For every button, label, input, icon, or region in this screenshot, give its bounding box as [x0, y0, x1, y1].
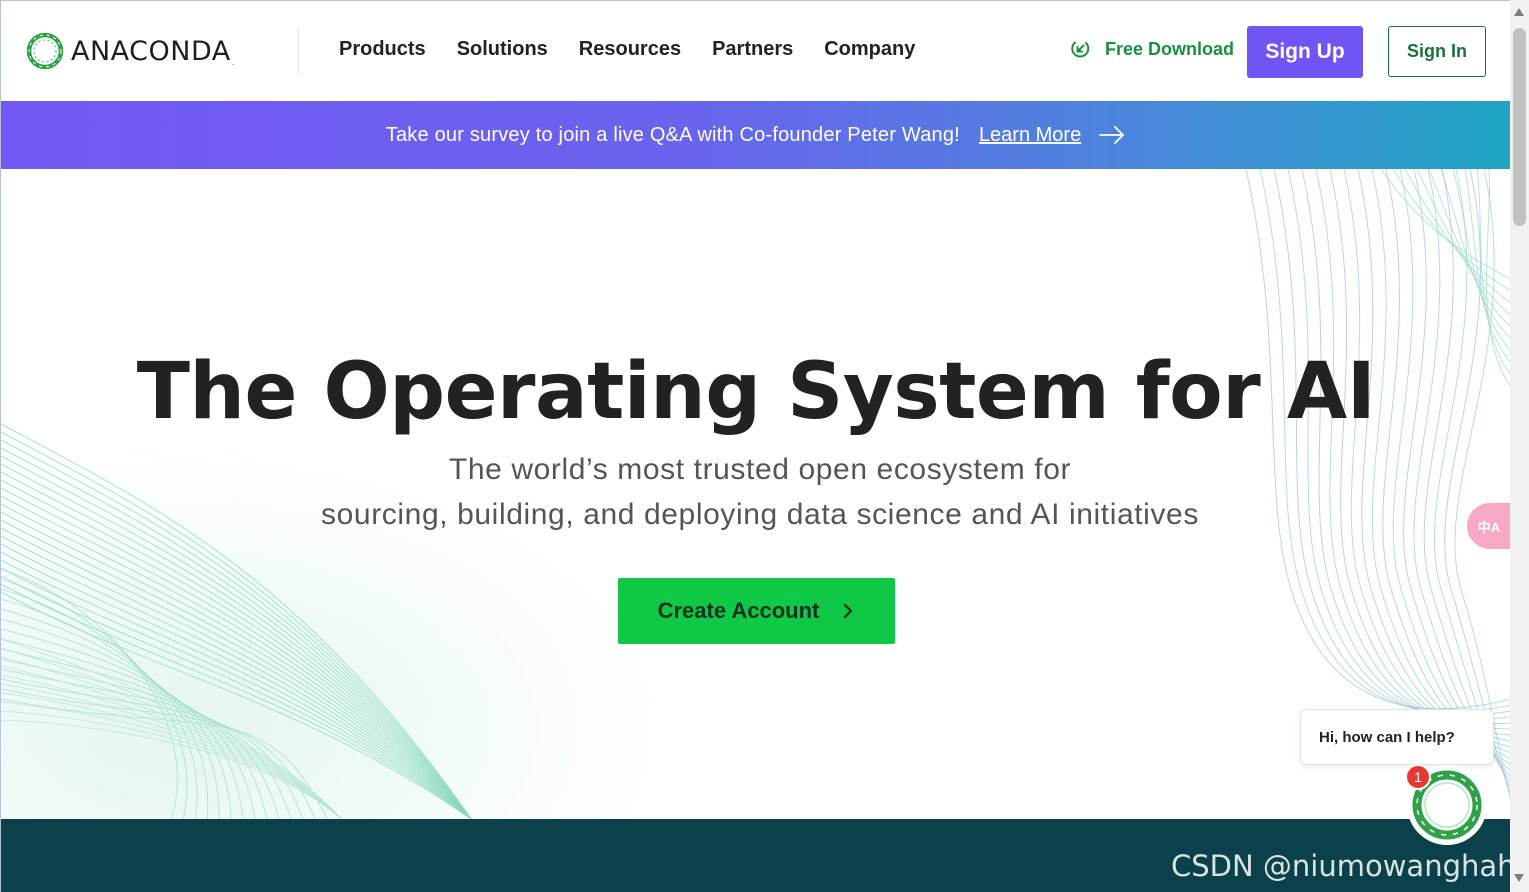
survey-banner: Take our survey to join a live Q&A with … — [1, 101, 1510, 169]
nav-products[interactable]: Products — [339, 38, 426, 61]
free-download-link[interactable]: Free Download — [1069, 38, 1234, 60]
scroll-up-arrow-icon[interactable] — [1514, 8, 1524, 16]
logo-text: ANACONDA. — [71, 35, 235, 67]
sign-up-button[interactable]: Sign Up — [1247, 26, 1363, 78]
watermark-text: CSDN @niumowanghahaha — [1171, 849, 1510, 883]
create-account-label: Create Account — [657, 598, 820, 623]
nav-company[interactable]: Company — [824, 38, 915, 61]
free-download-label: Free Download — [1105, 38, 1235, 59]
scroll-down-arrow-icon[interactable] — [1514, 874, 1524, 882]
chat-notification-badge: 1 — [1405, 764, 1431, 790]
download-icon — [1071, 41, 1090, 58]
nav-partners[interactable]: Partners — [712, 38, 793, 61]
hero-section: The Operating System for AI The world’s … — [1, 169, 1510, 819]
hero-subtitle: The world’s most trusted open ecosystem … — [1, 447, 1510, 537]
learn-more-link[interactable]: Learn More — [979, 124, 1081, 147]
arrow-right-icon[interactable] — [1098, 125, 1126, 145]
site-header: ANACONDA. Products Solutions Resources P… — [1, 1, 1510, 101]
sign-in-button[interactable]: Sign In — [1388, 26, 1486, 77]
nav-solutions[interactable]: Solutions — [457, 38, 548, 61]
banner-text: Take our survey to join a live Q&A with … — [385, 123, 960, 146]
anaconda-ring-icon — [26, 32, 64, 70]
scrollbar-thumb[interactable] — [1513, 28, 1526, 226]
logo[interactable]: ANACONDA. — [25, 31, 235, 71]
translate-button[interactable]: 中A — [1467, 503, 1510, 549]
hero-subtitle-line-2: sourcing, building, and deploying data s… — [321, 498, 1199, 531]
hero-subtitle-line-1: The world’s most trusted open ecosystem … — [448, 453, 1072, 486]
create-account-button[interactable]: Create Account — [618, 578, 895, 644]
header-divider — [298, 29, 299, 74]
chevron-right-icon — [844, 603, 853, 619]
nav-resources[interactable]: Resources — [579, 38, 681, 61]
main-nav: Products Solutions Resources Partners Co… — [339, 38, 915, 61]
hero-title: The Operating System for AI — [136, 347, 1376, 437]
chat-prompt-bubble[interactable]: Hi, how can I help? — [1300, 709, 1494, 765]
page: ANACONDA. Products Solutions Resources P… — [0, 0, 1510, 892]
